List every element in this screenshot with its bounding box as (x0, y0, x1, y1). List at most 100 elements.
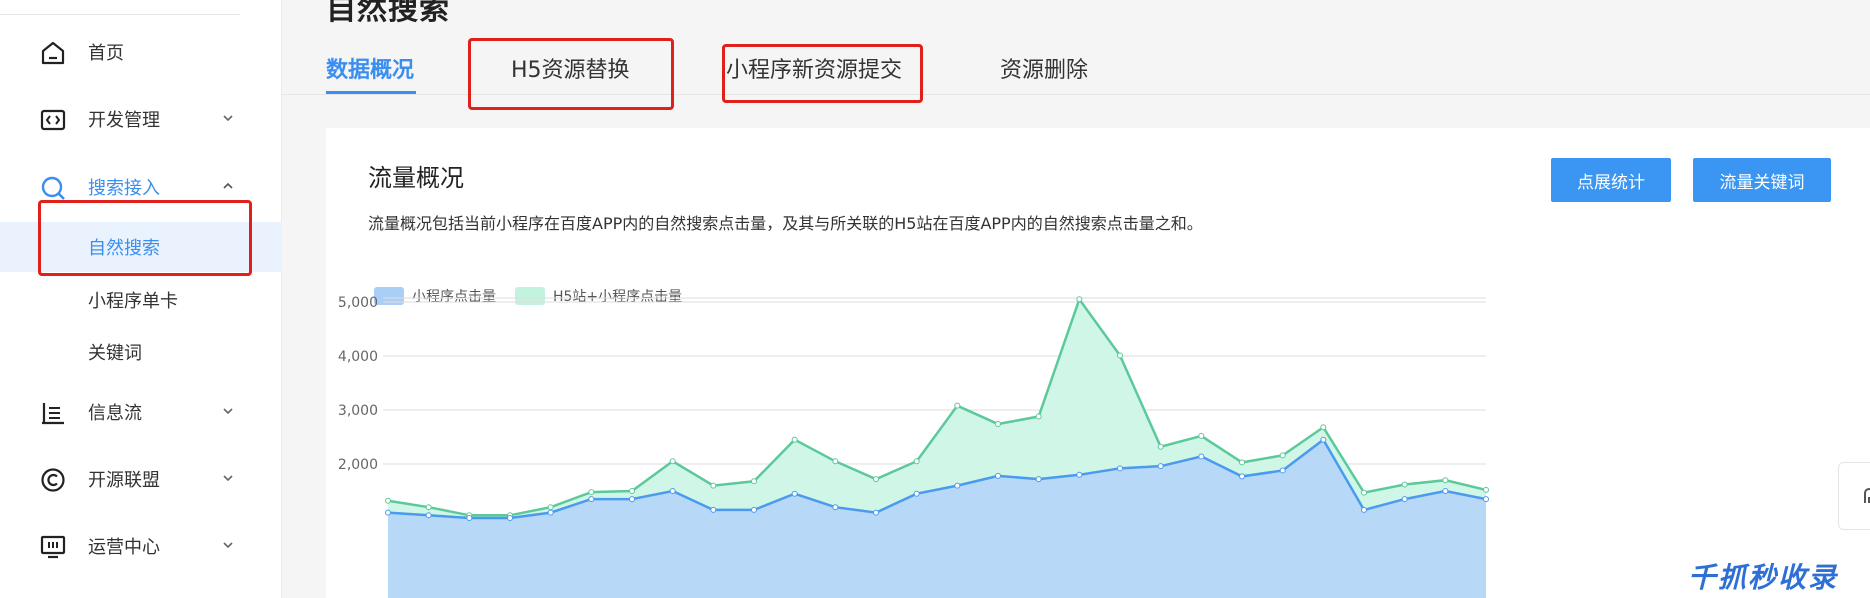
data-point[interactable] (1035, 413, 1042, 420)
data-point[interactable] (913, 490, 920, 497)
data-point[interactable] (1076, 296, 1083, 303)
sidebar-subitem-mini-card[interactable]: 小程序单卡 (0, 275, 282, 325)
chevron-down-icon (223, 542, 233, 549)
data-point[interactable] (466, 515, 473, 521)
sidebar-item-label: 开源联盟 (88, 470, 160, 491)
data-point[interactable] (385, 497, 391, 504)
data-point[interactable] (588, 489, 595, 496)
page-title: 自然搜索 (326, 0, 450, 27)
chevron-down-icon (223, 408, 233, 415)
sidebar-item-dev-management[interactable]: 开发管理 (0, 94, 282, 144)
search-icon (41, 176, 65, 200)
data-point[interactable] (1239, 473, 1245, 480)
code-icon (40, 109, 66, 131)
data-point[interactable] (710, 482, 717, 489)
data-point[interactable] (1401, 481, 1408, 488)
data-point[interactable] (1076, 471, 1083, 478)
data-point[interactable] (1279, 467, 1286, 474)
data-point[interactable] (1117, 465, 1123, 472)
monitor-icon (40, 535, 66, 559)
data-point[interactable] (1442, 477, 1449, 484)
y-tick-label: 3,000 (338, 403, 378, 419)
data-point[interactable] (547, 504, 554, 511)
data-point[interactable] (1361, 506, 1367, 513)
sidebar-item-home[interactable]: 首页 (0, 27, 282, 77)
tool-icon (1864, 488, 1870, 503)
data-point[interactable] (1198, 453, 1205, 460)
data-point[interactable] (507, 515, 513, 521)
tab-data-overview[interactable]: 数据概况 (326, 52, 414, 96)
data-point[interactable] (1483, 486, 1489, 493)
data-point[interactable] (1442, 488, 1449, 494)
data-point[interactable] (791, 436, 798, 443)
data-point[interactable] (588, 496, 595, 503)
sidebar-subitem-keywords[interactable]: 关键词 (0, 327, 282, 377)
data-point[interactable] (1117, 352, 1123, 359)
floating-tool-widget[interactable] (1838, 462, 1870, 530)
data-point[interactable] (832, 458, 839, 465)
data-point[interactable] (425, 512, 432, 519)
sidebar-subitem-label: 小程序单卡 (88, 291, 178, 312)
data-point[interactable] (913, 458, 920, 465)
sidebar-item-feed[interactable]: 信息流 (0, 387, 282, 437)
y-tick-label: 4,000 (338, 349, 378, 365)
sidebar-item-search-access[interactable]: 搜索接入 (0, 162, 282, 212)
data-point[interactable] (1157, 443, 1164, 450)
data-point[interactable] (1320, 436, 1327, 443)
tab-resource-delete[interactable]: 资源删除 (1000, 52, 1088, 96)
data-point[interactable] (1320, 424, 1327, 431)
data-point[interactable] (791, 490, 798, 497)
y-tick-label: 5,000 (338, 295, 378, 311)
sidebar-item-open-source[interactable]: 开源联盟 (0, 454, 282, 504)
chevron-down-icon (223, 475, 233, 482)
sidebar-item-label: 搜索接入 (88, 178, 160, 199)
data-point[interactable] (547, 509, 554, 516)
data-point[interactable] (954, 482, 961, 489)
data-point[interactable] (1198, 432, 1205, 439)
data-point[interactable] (954, 402, 961, 409)
data-point[interactable] (751, 506, 757, 513)
data-point[interactable] (1279, 452, 1286, 459)
tab-mini-program-submit[interactable]: 小程序新资源提交 (726, 52, 902, 96)
watermark-text: 千抓秒收录 (1688, 561, 1839, 594)
sidebar-item-label: 开发管理 (88, 110, 160, 131)
sidebar-item-label: 首页 (88, 43, 124, 64)
data-point[interactable] (1401, 496, 1408, 503)
data-point[interactable] (629, 496, 635, 503)
sidebar-item-label: 信息流 (88, 403, 142, 424)
data-point[interactable] (669, 458, 676, 465)
traffic-overview-card: 流量概况 流量概况包括当前小程序在百度APP内的自然搜索点击量，及其与所关联的H… (326, 128, 1870, 598)
data-point[interactable] (873, 509, 879, 516)
sidebar-divider (0, 14, 240, 15)
data-point[interactable] (832, 504, 839, 511)
data-point[interactable] (425, 504, 432, 511)
chevron-down-icon (223, 115, 233, 122)
data-point[interactable] (873, 476, 879, 483)
copyright-icon (41, 468, 65, 492)
data-point[interactable] (1035, 476, 1042, 483)
sidebar-item-label: 运营中心 (88, 537, 160, 558)
data-point[interactable] (669, 488, 676, 494)
y-tick-label: 2,000 (338, 457, 378, 473)
chevron-up-icon (223, 182, 233, 189)
sidebar-subitem-label: 关键词 (88, 343, 142, 364)
data-point[interactable] (995, 421, 1001, 428)
feed-icon (42, 403, 64, 425)
sidebar-subitem-natural-search[interactable]: 自然搜索 (0, 222, 282, 272)
sidebar-subitem-label: 自然搜索 (88, 238, 160, 259)
data-point[interactable] (1483, 496, 1489, 503)
data-point[interactable] (995, 472, 1001, 479)
data-point[interactable] (710, 506, 717, 513)
data-point[interactable] (1239, 459, 1245, 466)
data-point[interactable] (629, 488, 635, 494)
sidebar-item-operations[interactable]: 运营中心 (0, 521, 282, 571)
data-point[interactable] (751, 478, 757, 485)
home-icon (41, 41, 65, 65)
traffic-chart: 5,000 4,000 3,000 2,000 (338, 295, 1489, 598)
data-point[interactable] (385, 509, 391, 516)
tab-h5-replace[interactable]: H5资源替换 (511, 52, 630, 96)
data-point[interactable] (1361, 489, 1367, 496)
tab-active-indicator (326, 91, 416, 94)
sidebar: 首页 开发管理 搜索接入 自然搜索 小程序单卡 关键词 信息流 开源联盟 运营中… (0, 0, 282, 598)
data-point[interactable] (1157, 463, 1164, 470)
